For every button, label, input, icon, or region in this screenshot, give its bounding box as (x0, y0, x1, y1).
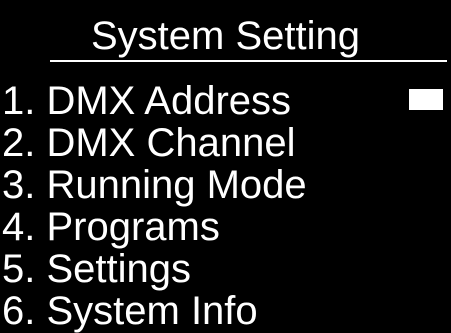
menu-item-label: 2. DMX Channel (2, 121, 296, 165)
menu-item-label: 6. System Info (2, 289, 258, 333)
menu-item-running-mode[interactable]: 3. Running Mode (0, 164, 451, 206)
menu-item-label: 3. Running Mode (2, 163, 307, 207)
page-title: System Setting (90, 14, 360, 58)
menu-item-programs[interactable]: 4. Programs (0, 206, 451, 248)
menu-item-label: 1. DMX Address (2, 79, 292, 123)
lcd-screen: System Setting 1. DMX Address 2. DMX Cha… (0, 0, 451, 332)
menu-item-dmx-address[interactable]: 1. DMX Address (0, 80, 451, 122)
menu-item-system-info[interactable]: 6. System Info (0, 290, 451, 332)
title-underline (50, 60, 447, 62)
menu-item-dmx-channel[interactable]: 2. DMX Channel (0, 122, 451, 164)
menu-item-label: 4. Programs (2, 205, 220, 249)
menu-list: 1. DMX Address 2. DMX Channel 3. Running… (0, 80, 451, 332)
menu-item-settings[interactable]: 5. Settings (0, 248, 451, 290)
selection-cursor (409, 89, 443, 110)
menu-item-label: 5. Settings (2, 247, 192, 291)
